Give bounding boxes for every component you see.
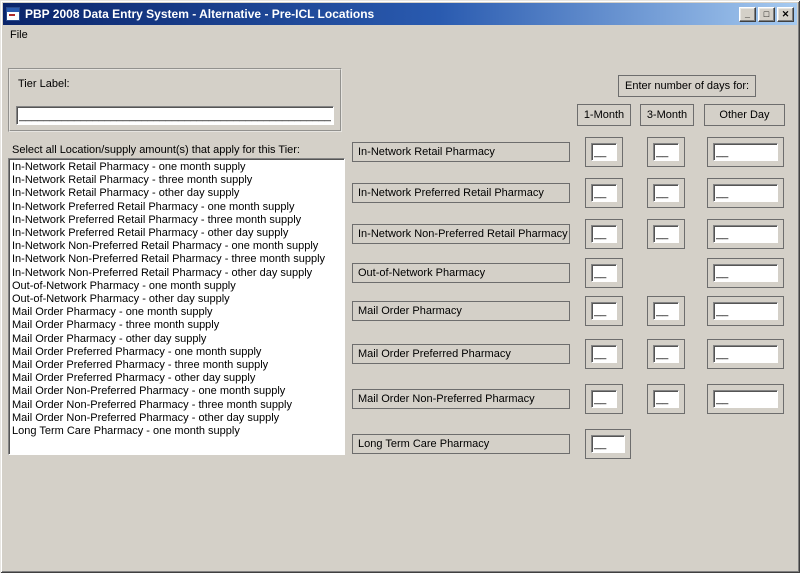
input-out-of-network-1month[interactable]	[591, 264, 617, 282]
tier-label-group: Tier Label:	[8, 68, 342, 132]
pharmacy-label-mail-order-preferred: Mail Order Preferred Pharmacy	[352, 344, 570, 364]
input-in-network-retail-1month[interactable]	[591, 143, 617, 161]
list-item[interactable]: In-Network Retail Pharmacy - three month…	[12, 174, 344, 187]
list-item[interactable]: Long Term Care Pharmacy - one month supp…	[12, 425, 344, 438]
input-in-network-preferred-retail-otherday[interactable]	[713, 184, 778, 202]
window-title: PBP 2008 Data Entry System - Alternative…	[25, 7, 737, 21]
input-frame	[585, 339, 623, 369]
input-frame	[647, 296, 685, 326]
pharmacy-label-in-network-preferred-retail: In-Network Preferred Retail Pharmacy	[352, 183, 570, 203]
input-frame	[707, 258, 784, 288]
input-mail-order-non-preferred-3month[interactable]	[653, 390, 679, 408]
list-item[interactable]: In-Network Retail Pharmacy - other day s…	[12, 187, 344, 200]
list-item[interactable]: Mail Order Non-Preferred Pharmacy - one …	[12, 385, 344, 398]
input-mail-order-preferred-1month[interactable]	[591, 345, 617, 363]
close-icon[interactable]: ✕	[777, 7, 794, 22]
app-icon	[6, 7, 20, 21]
input-mail-order-preferred-otherday[interactable]	[713, 345, 778, 363]
input-in-network-retail-3month[interactable]	[653, 143, 679, 161]
menu-file[interactable]: File	[3, 27, 35, 43]
input-frame	[707, 178, 784, 208]
input-out-of-network-otherday[interactable]	[713, 264, 778, 282]
list-item[interactable]: In-Network Preferred Retail Pharmacy - o…	[12, 227, 344, 240]
input-frame	[707, 219, 784, 249]
input-frame	[585, 258, 623, 288]
minimize-icon[interactable]: _	[739, 7, 756, 22]
pharmacy-label-mail-order-non-preferred: Mail Order Non-Preferred Pharmacy	[352, 389, 570, 409]
locations-listbox[interactable]: In-Network Retail Pharmacy - one month s…	[8, 158, 345, 455]
tier-label-caption: Tier Label:	[18, 78, 70, 90]
tier-label-input[interactable]	[16, 106, 334, 125]
input-mail-order-non-preferred-1month[interactable]	[591, 390, 617, 408]
input-frame	[647, 384, 685, 414]
list-item[interactable]: In-Network Non-Preferred Retail Pharmacy…	[12, 240, 344, 253]
input-in-network-non-preferred-retail-3month[interactable]	[653, 225, 679, 243]
input-in-network-retail-otherday[interactable]	[713, 143, 778, 161]
input-frame	[647, 178, 685, 208]
input-frame	[585, 137, 623, 167]
input-mail-order-1month[interactable]	[591, 302, 617, 320]
locations-instruction: Select all Location/supply amount(s) tha…	[12, 144, 300, 156]
list-item[interactable]: Mail Order Non-Preferred Pharmacy - thre…	[12, 399, 344, 412]
input-frame	[585, 429, 631, 459]
input-frame	[647, 339, 685, 369]
input-mail-order-otherday[interactable]	[713, 302, 778, 320]
pharmacy-label-mail-order: Mail Order Pharmacy	[352, 301, 570, 321]
input-mail-order-non-preferred-otherday[interactable]	[713, 390, 778, 408]
input-frame	[707, 384, 784, 414]
list-item[interactable]: Mail Order Preferred Pharmacy - three mo…	[12, 359, 344, 372]
input-in-network-non-preferred-retail-otherday[interactable]	[713, 225, 778, 243]
input-frame	[585, 296, 623, 326]
list-item[interactable]: Out-of-Network Pharmacy - one month supp…	[12, 280, 344, 293]
window-controls: _ □ ✕	[737, 7, 794, 22]
input-frame	[647, 219, 685, 249]
list-item[interactable]: In-Network Non-Preferred Retail Pharmacy…	[12, 253, 344, 266]
list-item[interactable]: In-Network Retail Pharmacy - one month s…	[12, 161, 344, 174]
input-frame	[585, 219, 623, 249]
list-item[interactable]: In-Network Preferred Retail Pharmacy - o…	[12, 201, 344, 214]
input-in-network-non-preferred-retail-1month[interactable]	[591, 225, 617, 243]
input-frame	[707, 339, 784, 369]
input-mail-order-3month[interactable]	[653, 302, 679, 320]
list-item[interactable]: Mail Order Pharmacy - other day supply	[12, 333, 344, 346]
pharmacy-label-in-network-retail: In-Network Retail Pharmacy	[352, 142, 570, 162]
input-long-term-care-1month[interactable]	[591, 435, 625, 453]
list-item[interactable]: Mail Order Preferred Pharmacy - one mont…	[12, 346, 344, 359]
input-frame	[585, 178, 623, 208]
list-item[interactable]: Mail Order Non-Preferred Pharmacy - othe…	[12, 412, 344, 425]
title-bar: PBP 2008 Data Entry System - Alternative…	[3, 3, 797, 25]
pharmacy-label-in-network-non-preferred-retail: In-Network Non-Preferred Retail Pharmacy	[352, 224, 570, 244]
list-item[interactable]: In-Network Non-Preferred Retail Pharmacy…	[12, 267, 344, 280]
maximize-icon[interactable]: □	[758, 7, 775, 22]
column-header-1month: 1-Month	[577, 104, 631, 126]
days-header: Enter number of days for:	[618, 75, 756, 97]
list-item[interactable]: Mail Order Pharmacy - three month supply	[12, 319, 344, 332]
input-in-network-preferred-retail-3month[interactable]	[653, 184, 679, 202]
list-item[interactable]: Mail Order Pharmacy - one month supply	[12, 306, 344, 319]
list-item[interactable]: Mail Order Preferred Pharmacy - other da…	[12, 372, 344, 385]
input-mail-order-preferred-3month[interactable]	[653, 345, 679, 363]
menu-bar: File	[3, 25, 797, 44]
input-frame	[707, 296, 784, 326]
pharmacy-label-long-term-care: Long Term Care Pharmacy	[352, 434, 570, 454]
list-item[interactable]: Out-of-Network Pharmacy - other day supp…	[12, 293, 344, 306]
input-frame	[707, 137, 784, 167]
input-frame	[647, 137, 685, 167]
list-item[interactable]: In-Network Preferred Retail Pharmacy - t…	[12, 214, 344, 227]
input-in-network-preferred-retail-1month[interactable]	[591, 184, 617, 202]
column-header-3month: 3-Month	[640, 104, 694, 126]
input-frame	[585, 384, 623, 414]
pharmacy-label-out-of-network: Out-of-Network Pharmacy	[352, 263, 570, 283]
column-header-otherday: Other Day	[704, 104, 785, 126]
app-window: PBP 2008 Data Entry System - Alternative…	[0, 0, 800, 573]
